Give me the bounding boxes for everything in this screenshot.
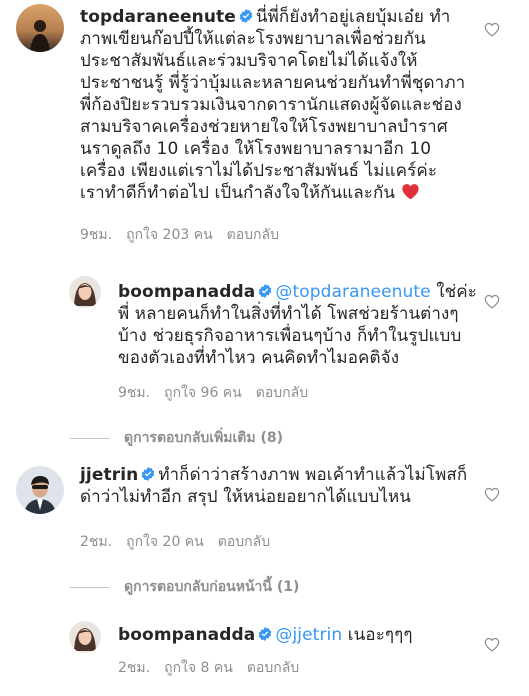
verified-badge-icon <box>141 467 155 481</box>
view-previous-label: ดูการตอบกลับก่อนหน้านี้ (1) <box>124 579 300 595</box>
comment-text: jjetrin ทำก็ด่าว่าสร้างภาพ พอเค้าทำแล้วไม… <box>80 464 470 508</box>
comment-time: 9ชม. <box>118 385 151 401</box>
reply-button[interactable]: ตอบกลับ <box>247 657 299 679</box>
username[interactable]: boompanadda <box>118 625 255 645</box>
comment-line: สามบริจาคเครื่องช่วยหายใจให้โรงพยาบาลบำร… <box>80 117 448 137</box>
comment-meta: 2ชม. ถูกใจ 20 คน ตอบกลับ <box>80 531 270 553</box>
avatar[interactable] <box>16 4 64 52</box>
view-previous-replies-button[interactable]: ดูการตอบกลับก่อนหน้านี้ (1) <box>70 576 299 598</box>
comment-time: 9ชม. <box>80 227 113 243</box>
verified-badge-icon <box>258 627 272 641</box>
verified-badge-icon <box>258 284 272 298</box>
likes-count[interactable]: ถูกใจ 203 คน <box>126 224 213 246</box>
avatar[interactable] <box>69 621 101 653</box>
username[interactable]: boompanadda <box>118 282 255 302</box>
reply-button[interactable]: ตอบกลับ <box>256 382 308 404</box>
mention-link[interactable]: @jjetrin <box>275 625 342 645</box>
comment-line: เนอะๆๆๆ <box>347 625 413 645</box>
reply-button[interactable]: ตอบกลับ <box>218 531 270 553</box>
reply-button[interactable]: ตอบกลับ <box>227 224 279 246</box>
divider-line <box>70 437 110 439</box>
mention-link[interactable]: @topdaraneenute <box>275 282 430 302</box>
comment-line: บ้าง ช่วยธุรกิจอาหารเพื่อนๆบ้าง ก็ทำในรู… <box>118 326 462 346</box>
comment-line: ภาพเขียนก๊อปปี้ให้แต่ละโรงพยาบาลเพื่อช่ว… <box>80 29 426 49</box>
like-heart-icon[interactable] <box>484 487 500 502</box>
avatar[interactable] <box>69 276 101 308</box>
comment-line: เราทำดีก็ทำต่อไป เป็นกำลังใจให้กันและกัน <box>80 183 396 203</box>
comment-line: นี่พี่ก็ยังทำอยู่เลยบุ้มเอ๋ย ทำ <box>255 7 451 27</box>
red-heart-emoji-icon <box>402 184 419 200</box>
comment-line: เครื่อง เพียงแต่เราไม่ได้ประชาสัมพันธ์ ไ… <box>80 161 438 181</box>
view-more-label: ดูการตอบกลับเพิ่มเติม (8) <box>124 430 284 446</box>
like-heart-icon[interactable] <box>484 294 500 309</box>
username[interactable]: topdaraneenute <box>80 7 236 27</box>
comment-line: ทำก็ด่าว่าสร้างภาพ พอเค้าทำแล้วไม่โพสก็ <box>158 465 468 485</box>
username[interactable]: jjetrin <box>80 465 138 485</box>
comment-text: boompanadda @jjetrin เนอะๆๆๆ <box>118 624 488 646</box>
comment-line: พี่ หลายคนก็ทำในสิ่งที่ทำได้ โพสช่วยร้าน… <box>118 304 459 324</box>
like-heart-icon[interactable] <box>484 22 500 37</box>
view-more-replies-button[interactable]: ดูการตอบกลับเพิ่มเติม (8) <box>70 427 283 449</box>
divider-line <box>70 586 110 588</box>
comment-line: ประชาชนรู้ พี่รู้ว่าบุ้มและหลายคนช่วยกัน… <box>80 73 466 93</box>
comment-time: 2ชม. <box>118 660 151 676</box>
avatar[interactable] <box>16 466 64 514</box>
comment-line: นราดูลถึง 10 เครื่อง ให้โรงพยาบาลรามาอีก… <box>80 139 432 159</box>
comment-line: ใช่ค่ะ <box>436 282 477 302</box>
verified-badge-icon <box>239 9 253 23</box>
comment-line: พี่ก้องปิยะรวบรวมเงินจากดารานักแสดงผู้จั… <box>80 95 462 115</box>
comment-text: topdaraneenute นี่พี่ก็ยังทำอยู่เลยบุ้มเอ… <box>80 6 470 204</box>
comment-meta: 9ชม. ถูกใจ 96 คน ตอบกลับ <box>118 382 308 404</box>
comment-line: ของตัวเองที่ทำไหว คนคิดทำไมอคติจัง <box>118 348 400 368</box>
like-heart-icon[interactable] <box>484 637 500 652</box>
likes-count[interactable]: ถูกใจ 20 คน <box>126 531 204 553</box>
comment-meta: 2ชม. ถูกใจ 8 คน ตอบกลับ <box>118 657 299 679</box>
comment-line: ด่าว่าไม่ทำอีก สรุป ให้หน่อยอยากได้แบบไห… <box>80 487 412 507</box>
comment-time: 2ชม. <box>80 534 113 550</box>
comment-meta: 9ชม. ถูกใจ 203 คน ตอบกลับ <box>80 224 279 246</box>
comment-line: ประชาสัมพันธ์และร่วมบริจาคโดยไม่ได้แจ้งใ… <box>80 51 418 71</box>
likes-count[interactable]: ถูกใจ 96 คน <box>164 382 242 404</box>
likes-count[interactable]: ถูกใจ 8 คน <box>164 657 233 679</box>
comment-text: boompanadda @topdaraneenute ใช่ค่ะ พี่ หล… <box>118 281 488 369</box>
